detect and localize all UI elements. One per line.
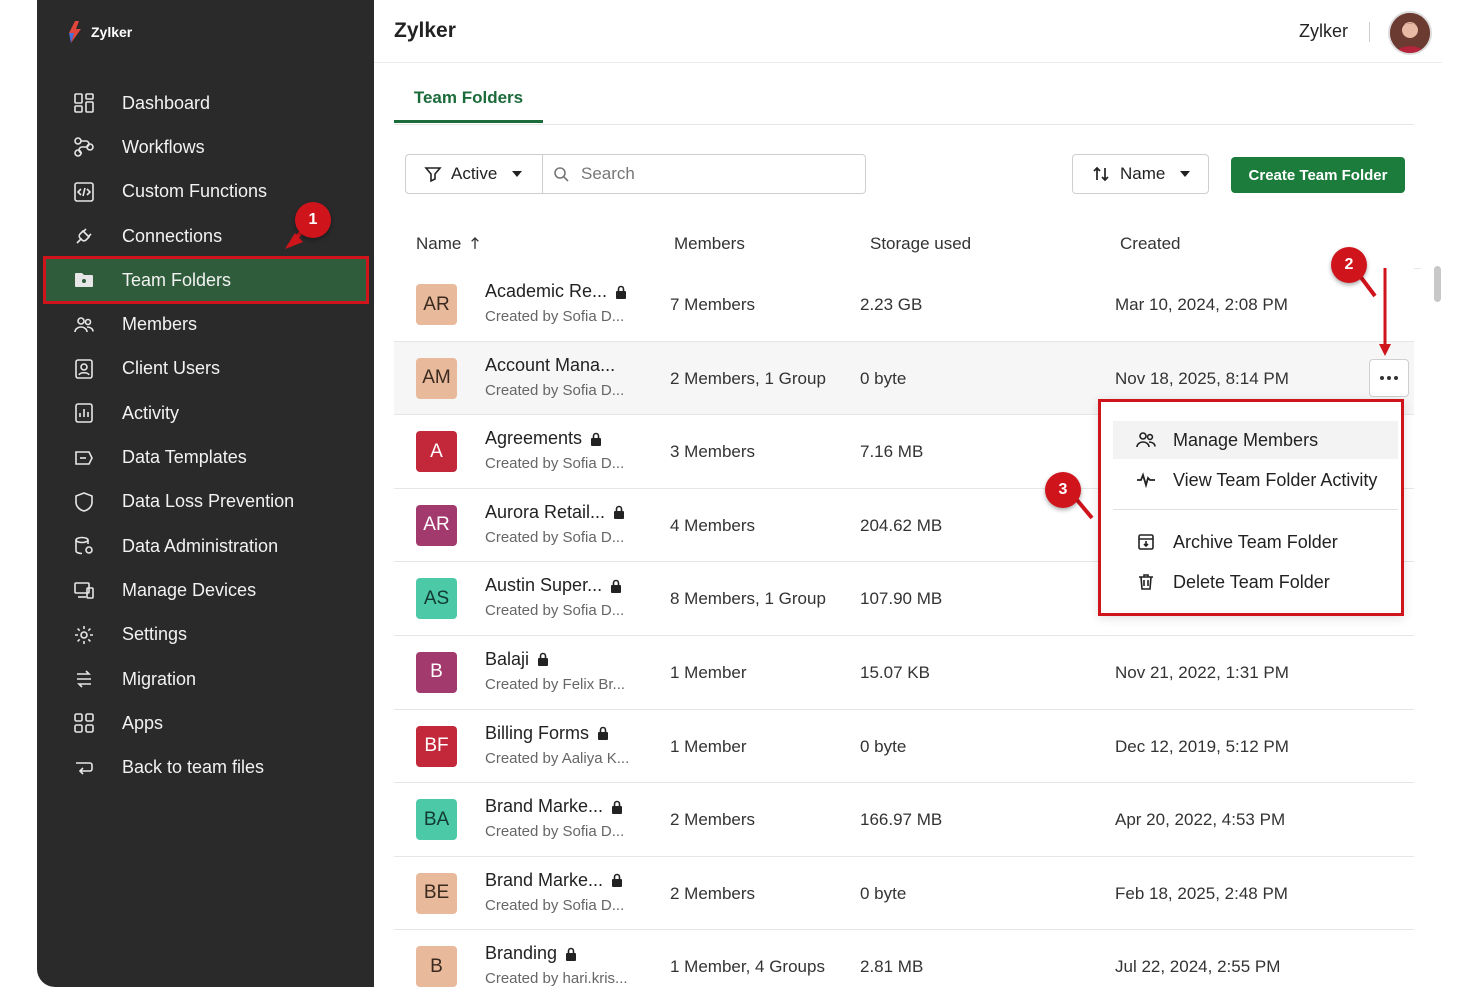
annotation-arrows bbox=[285, 226, 1391, 520]
callout-2: 2 bbox=[1331, 247, 1367, 283]
callout-2-arrow-head bbox=[1379, 344, 1391, 356]
callout-3-pointer bbox=[1075, 498, 1094, 520]
app-window: Zylker Dashboard Workflows Custom Functi… bbox=[37, 0, 1442, 987]
callout-1: 1 bbox=[295, 202, 331, 238]
callout-2-pointer bbox=[1358, 274, 1377, 298]
callout-3: 3 bbox=[1045, 472, 1081, 508]
